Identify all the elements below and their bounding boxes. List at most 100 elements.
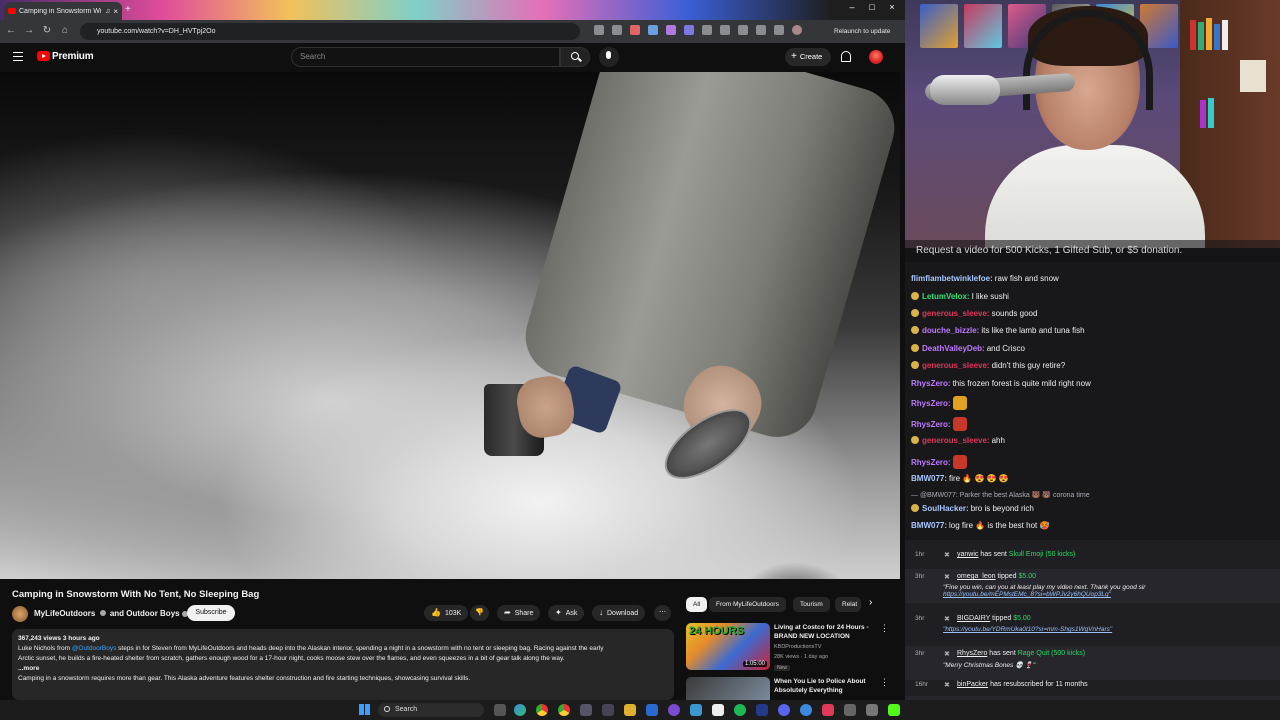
chat-username[interactable]: RhysZero: — [911, 379, 951, 388]
taskbar-search[interactable]: Search — [378, 703, 484, 717]
account-avatar[interactable] — [869, 50, 883, 64]
chat-username[interactable]: DeathValleyDeb: — [922, 344, 985, 353]
back-icon[interactable]: ← — [4, 25, 18, 36]
share-button[interactable]: ➦ Share — [497, 605, 541, 621]
chat-username[interactable]: RhysZero: — [911, 399, 951, 408]
forward-icon[interactable]: → — [22, 25, 36, 36]
bookmark-star-icon[interactable] — [612, 25, 622, 35]
maximize-icon[interactable]: □ — [862, 2, 882, 16]
video-player[interactable] — [0, 72, 900, 579]
chip-related[interactable]: Relat — [835, 597, 861, 612]
youtube-logo-text[interactable]: Premium — [52, 51, 94, 62]
youtube-logo-icon[interactable] — [37, 51, 50, 61]
more-vert-icon[interactable]: ⋮ — [880, 623, 889, 634]
chat-username[interactable]: BMW077: — [911, 474, 947, 483]
chat-username[interactable]: RhysZero: — [911, 420, 951, 429]
minimize-icon[interactable]: – — [842, 2, 862, 16]
subscribe-button[interactable]: Subscribe — [187, 605, 235, 621]
close-window-icon[interactable]: × — [882, 2, 902, 16]
chat-username[interactable]: LetumVelox: — [922, 292, 970, 301]
dislike-button[interactable]: 👎 — [470, 605, 489, 621]
extension-icon[interactable] — [648, 25, 658, 35]
app-icon[interactable] — [866, 704, 878, 716]
discord-icon[interactable] — [778, 704, 790, 716]
recommended-thumbnail[interactable] — [686, 677, 770, 700]
channel-avatar[interactable] — [12, 606, 28, 622]
cast-icon[interactable] — [594, 25, 604, 35]
chat-username[interactable]: RhysZero: — [911, 458, 951, 467]
event-username[interactable]: BIGDAIRY — [957, 615, 990, 622]
recommended-channel[interactable]: KBDProductionsTV — [774, 644, 821, 650]
kick-icon[interactable] — [888, 704, 900, 716]
like-button[interactable]: 👍 103K — [424, 605, 469, 621]
file-explorer-icon[interactable] — [624, 704, 636, 716]
recommended-title[interactable]: When You Lie to Police About Absolutely … — [774, 677, 874, 695]
create-button[interactable]: + Create — [785, 48, 831, 66]
event-link[interactable]: "https://youtu.be/YDRmUka0I10?si=mm-Shgs… — [943, 626, 1112, 633]
extension-icon[interactable] — [774, 25, 784, 35]
chip-all[interactable]: All — [686, 597, 708, 612]
event-username[interactable]: RhysZero — [957, 650, 987, 657]
chat-username[interactable]: generous_sleeve: — [922, 436, 990, 445]
audio-icon[interactable]: ♫ — [105, 8, 110, 15]
chat-username[interactable]: douche_bizzle: — [922, 326, 979, 335]
tab-active[interactable]: Camping in Snowstorm Wi ♫ × — [4, 2, 122, 20]
more-actions-button[interactable]: ⋯ — [654, 605, 671, 621]
description-link[interactable]: @OutdoorBoys — [72, 645, 117, 652]
download-button[interactable]: ↓ Download — [592, 605, 646, 621]
windows-start-icon[interactable] — [359, 704, 370, 715]
app-icon[interactable] — [580, 704, 592, 716]
chrome-icon[interactable] — [536, 704, 548, 716]
chat-username[interactable]: BMW077: — [911, 521, 947, 530]
ask-button[interactable]: ✦ Ask — [548, 605, 585, 621]
hamburger-menu-icon[interactable] — [13, 52, 23, 61]
chevron-right-icon[interactable]: › — [869, 597, 872, 608]
channel-name[interactable]: MyLifeOutdoors and Outdoor Boys — [34, 609, 191, 618]
home-icon[interactable]: ⌂ — [58, 25, 72, 36]
task-view-icon[interactable] — [494, 704, 506, 716]
reload-icon[interactable]: ↻ — [40, 25, 54, 36]
app-icon[interactable] — [712, 704, 724, 716]
spotify-icon[interactable] — [734, 704, 746, 716]
relaunch-button[interactable]: Relaunch to update — [834, 24, 890, 39]
sidebar-icon[interactable] — [738, 25, 748, 35]
chat-username[interactable]: SoulHacker: — [922, 504, 969, 513]
chip-from-channel[interactable]: From MyLifeOutdoors — [709, 597, 786, 612]
app-icon[interactable] — [822, 704, 834, 716]
chat-username[interactable]: generous_sleeve: — [922, 309, 990, 318]
event-link[interactable]: https://youtu.be/mEPMstEMc_8?si=bWPJv2y6… — [943, 591, 1111, 598]
show-more-link[interactable]: ...more — [18, 664, 668, 674]
puzzle-icon[interactable] — [720, 25, 730, 35]
app-icon[interactable] — [756, 704, 768, 716]
recommended-title[interactable]: Living at Costco for 24 Hours - BRAND NE… — [774, 623, 874, 641]
app-icon[interactable] — [602, 704, 614, 716]
chrome-icon[interactable] — [558, 704, 570, 716]
app-icon[interactable] — [646, 704, 658, 716]
extension-icon[interactable] — [666, 25, 676, 35]
search-input[interactable]: Search — [291, 47, 560, 67]
event-username[interactable]: omega_leon — [957, 573, 996, 580]
event-username[interactable]: binPacker — [957, 681, 988, 688]
extension-icon[interactable] — [630, 25, 640, 35]
download-icon[interactable] — [756, 25, 766, 35]
voice-search-button[interactable] — [599, 47, 619, 67]
chip-tourism[interactable]: Tourism — [793, 597, 830, 612]
app-icon[interactable] — [800, 704, 812, 716]
search-button[interactable] — [560, 47, 590, 67]
url-field[interactable]: youtube.com/watch?v=DH_HVTpj2Oo — [80, 23, 580, 40]
recommended-thumbnail[interactable]: 24 HOURS 1:05:00 — [686, 623, 770, 670]
new-tab-icon[interactable]: + — [125, 4, 131, 15]
app-icon[interactable] — [690, 704, 702, 716]
extension-icon[interactable] — [702, 25, 712, 35]
tab-close-icon[interactable]: × — [113, 7, 118, 16]
event-username[interactable]: yanwic — [957, 551, 978, 558]
profile-avatar-icon[interactable] — [792, 25, 802, 35]
description-box[interactable]: 367,243 views 3 hours ago Luke Nichols f… — [12, 629, 674, 700]
app-icon[interactable] — [668, 704, 680, 716]
app-icon[interactable] — [844, 704, 856, 716]
edge-icon[interactable] — [514, 704, 526, 716]
extension-icon[interactable] — [684, 25, 694, 35]
notifications-bell-icon[interactable] — [841, 51, 851, 62]
more-vert-icon[interactable]: ⋮ — [880, 677, 889, 688]
chat-username[interactable]: flimflambetwinklefoe: — [911, 274, 993, 283]
